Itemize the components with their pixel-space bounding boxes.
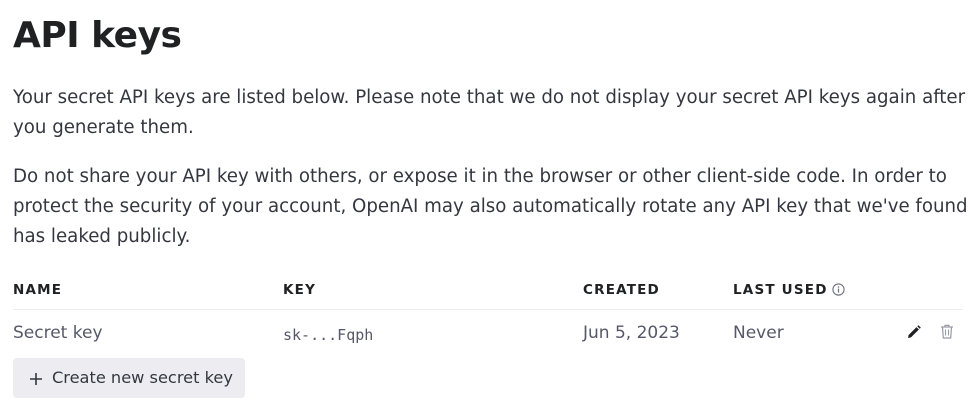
page-title: API keys <box>13 15 182 56</box>
column-header-name: NAME <box>13 282 63 298</box>
trash-icon[interactable] <box>938 323 955 340</box>
create-new-secret-key-label: Create new secret key <box>52 368 233 387</box>
api-keys-table: NAME KEY CREATED LAST USED Secret key sk… <box>13 276 963 354</box>
intro-text: Your secret API keys are listed below. P… <box>13 87 966 138</box>
plus-icon <box>29 371 43 385</box>
row-actions <box>905 323 955 340</box>
pencil-icon[interactable] <box>905 323 922 340</box>
table-row: Secret key sk-...Fqph Jun 5, 2023 Never <box>13 310 963 354</box>
key-name-cell: Secret key <box>13 323 103 343</box>
last-used-cell: Never <box>733 323 784 343</box>
warning-text: Do not share your API key with others, o… <box>13 166 968 247</box>
created-date-cell: Jun 5, 2023 <box>583 323 680 343</box>
key-value-cell: sk-...Fqph <box>283 326 374 344</box>
create-new-secret-key-button[interactable]: Create new secret key <box>13 358 245 398</box>
column-header-created: CREATED <box>583 282 660 298</box>
info-circle-icon[interactable] <box>831 283 845 296</box>
column-header-key: KEY <box>283 282 317 298</box>
column-header-last-used: LAST USED <box>733 282 845 298</box>
column-header-last-used-label: LAST USED <box>733 282 828 298</box>
table-header: NAME KEY CREATED LAST USED <box>13 276 963 310</box>
